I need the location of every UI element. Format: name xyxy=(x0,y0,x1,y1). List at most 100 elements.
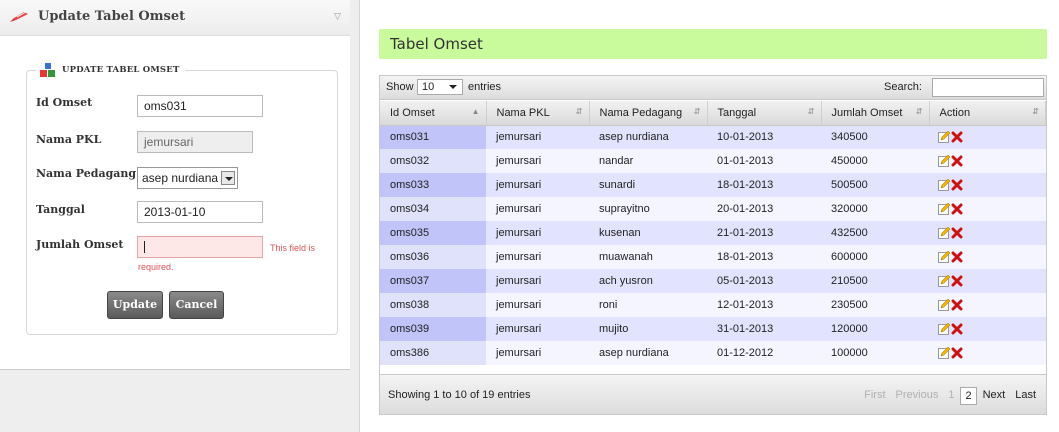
table-row[interactable]: oms037 jemursari ach yusron 05-01-2013 21050… xyxy=(380,269,1046,293)
col-nama-pkl[interactable]: Nama PKL ⇵ xyxy=(486,101,590,126)
sort-icon: ⇵ xyxy=(1032,107,1039,116)
table-cell: 210500 xyxy=(821,269,929,293)
previous-page-button[interactable]: Previous xyxy=(892,387,943,405)
table-row[interactable]: oms031 jemursari asep nurdiana 10-01-2013 34… xyxy=(380,125,1046,149)
edit-icon[interactable] xyxy=(938,203,950,216)
sort-icon: ⇵ xyxy=(807,107,815,116)
table-cell: mujito xyxy=(589,317,707,341)
error-message-cont: required. xyxy=(138,262,174,272)
dropdown-arrow-icon[interactable] xyxy=(221,171,235,185)
table-cell: 340500 xyxy=(821,125,929,149)
table-row[interactable]: oms038 jemursari roni 12-01-2013 230500 xyxy=(380,293,1046,317)
delete-icon[interactable] xyxy=(951,251,963,263)
panel-header: Update Tabel Omset ▽ xyxy=(0,0,350,36)
cancel-button[interactable]: Cancel xyxy=(169,291,224,319)
delete-icon[interactable] xyxy=(951,131,963,143)
nama-pedagang-select[interactable]: asep nurdiana xyxy=(137,167,238,189)
table-toolbar: Show 10 entries Search: xyxy=(380,76,1046,100)
id-omset-field[interactable]: oms031 xyxy=(137,95,263,117)
fieldset-legend: UPDATE TABEL OMSET xyxy=(36,62,186,78)
action-cell xyxy=(929,341,1046,365)
next-page-button[interactable]: Next xyxy=(979,387,1010,405)
table-cell: oms036 xyxy=(380,245,486,269)
table-cell: oms386 xyxy=(380,341,486,365)
edit-icon[interactable] xyxy=(938,299,950,312)
update-button[interactable]: Update xyxy=(107,291,163,319)
table-cell: jemursari xyxy=(486,197,589,221)
update-form-panel: Update Tabel Omset ▽ UPDATE TABEL OMSET … xyxy=(0,0,350,370)
omset-table: Id Omset ▲ Nama PKL ⇵ Nama Pedagang ⇵ Tangg… xyxy=(380,101,1046,365)
table-row[interactable]: oms035 jemursari kusenan 21-01-2013 432500 xyxy=(380,221,1046,245)
table-cell: 120000 xyxy=(821,317,929,341)
action-cell xyxy=(929,269,1046,293)
edit-icon[interactable] xyxy=(938,131,950,144)
table-cell: 01-12-2012 xyxy=(707,341,821,365)
table-cell: oms034 xyxy=(380,197,486,221)
edit-icon[interactable] xyxy=(938,347,950,360)
edit-icon[interactable] xyxy=(938,179,950,192)
nama-pkl-field[interactable]: jemursari xyxy=(137,131,253,153)
jumlah-omset-field[interactable] xyxy=(137,236,263,258)
table-title: Tabel Omset xyxy=(379,29,1047,59)
header-row: Id Omset ▲ Nama PKL ⇵ Nama Pedagang ⇵ Tangg… xyxy=(380,101,1046,126)
table-cell: oms033 xyxy=(380,173,486,197)
nama-pedagang-label: Nama Pedagang xyxy=(36,167,137,180)
table-cell: asep nurdiana xyxy=(589,125,707,149)
table-row[interactable]: oms034 jemursari suprayitno 20-01-2013 32000… xyxy=(380,197,1046,221)
page-length-select[interactable]: 10 xyxy=(417,79,463,95)
table-row[interactable]: oms032 jemursari nandar 01-01-2013 450000 xyxy=(380,149,1046,173)
table-row[interactable]: oms039 jemursari mujito 31-01-2013 120000 xyxy=(380,317,1046,341)
id-omset-label: Id Omset xyxy=(36,96,93,109)
panel-title: Update Tabel Omset xyxy=(38,9,186,24)
delete-icon[interactable] xyxy=(951,299,963,311)
tanggal-label: Tanggal xyxy=(36,203,85,216)
nama-pedagang-selected: asep nurdiana xyxy=(142,171,219,185)
table-cell: nandar xyxy=(589,149,707,173)
table-cell: jemursari xyxy=(486,173,589,197)
delete-icon[interactable] xyxy=(951,155,963,167)
pagination: First Previous 1 2 Next Last xyxy=(858,387,1040,405)
col-jumlah-omset[interactable]: Jumlah Omset ⇵ xyxy=(821,101,930,126)
table-cell: jemursari xyxy=(486,245,589,269)
edit-icon[interactable] xyxy=(938,251,950,264)
table-cell: oms038 xyxy=(380,293,486,317)
table-cell: ach yusron xyxy=(589,269,707,293)
search-input[interactable] xyxy=(932,78,1044,97)
delete-icon[interactable] xyxy=(951,347,963,359)
edit-icon[interactable] xyxy=(938,275,950,288)
delete-icon[interactable] xyxy=(951,323,963,335)
delete-icon[interactable] xyxy=(951,227,963,239)
table-cell: 20-01-2013 xyxy=(707,197,821,221)
table-cell: oms032 xyxy=(380,149,486,173)
page-1-button[interactable]: 1 xyxy=(944,387,958,405)
col-id-omset[interactable]: Id Omset ▲ xyxy=(380,101,487,126)
delete-icon[interactable] xyxy=(951,275,963,287)
delete-icon[interactable] xyxy=(951,179,963,191)
table-cell: 100000 xyxy=(821,341,929,365)
edit-icon[interactable] xyxy=(938,155,950,168)
table-row[interactable]: oms386 jemursari asep nurdiana 01-12-2012 10… xyxy=(380,341,1046,365)
table-row[interactable]: oms036 jemursari muawanah 18-01-2013 600000 xyxy=(380,245,1046,269)
tanggal-field[interactable]: 2013-01-10 xyxy=(137,201,263,223)
collapse-arrow-icon[interactable]: ▽ xyxy=(334,12,341,22)
col-tanggal[interactable]: Tanggal ⇵ xyxy=(707,101,822,126)
table-cell: jemursari xyxy=(486,317,589,341)
action-cell xyxy=(929,293,1046,317)
table-cell: oms035 xyxy=(380,221,486,245)
col-nama-pedagang[interactable]: Nama Pedagang ⇵ xyxy=(589,101,708,126)
edit-icon[interactable] xyxy=(938,227,950,240)
action-cell xyxy=(929,221,1046,245)
edit-icon[interactable] xyxy=(938,323,950,336)
table-row[interactable]: oms033 jemursari sunardi 18-01-2013 500500 xyxy=(380,173,1046,197)
table-cell: roni xyxy=(589,293,707,317)
col-action[interactable]: Action ⇵ xyxy=(929,101,1046,126)
first-page-button[interactable]: First xyxy=(860,387,889,405)
page-2-button[interactable]: 2 xyxy=(960,387,977,405)
table-info: Showing 1 to 10 of 19 entries xyxy=(388,389,531,401)
delete-icon[interactable] xyxy=(951,203,963,215)
last-page-button[interactable]: Last xyxy=(1011,387,1040,405)
table-cell: 432500 xyxy=(821,221,929,245)
table-cell: jemursari xyxy=(486,269,589,293)
action-cell xyxy=(929,197,1046,221)
table-cell: 10-01-2013 xyxy=(707,125,821,149)
